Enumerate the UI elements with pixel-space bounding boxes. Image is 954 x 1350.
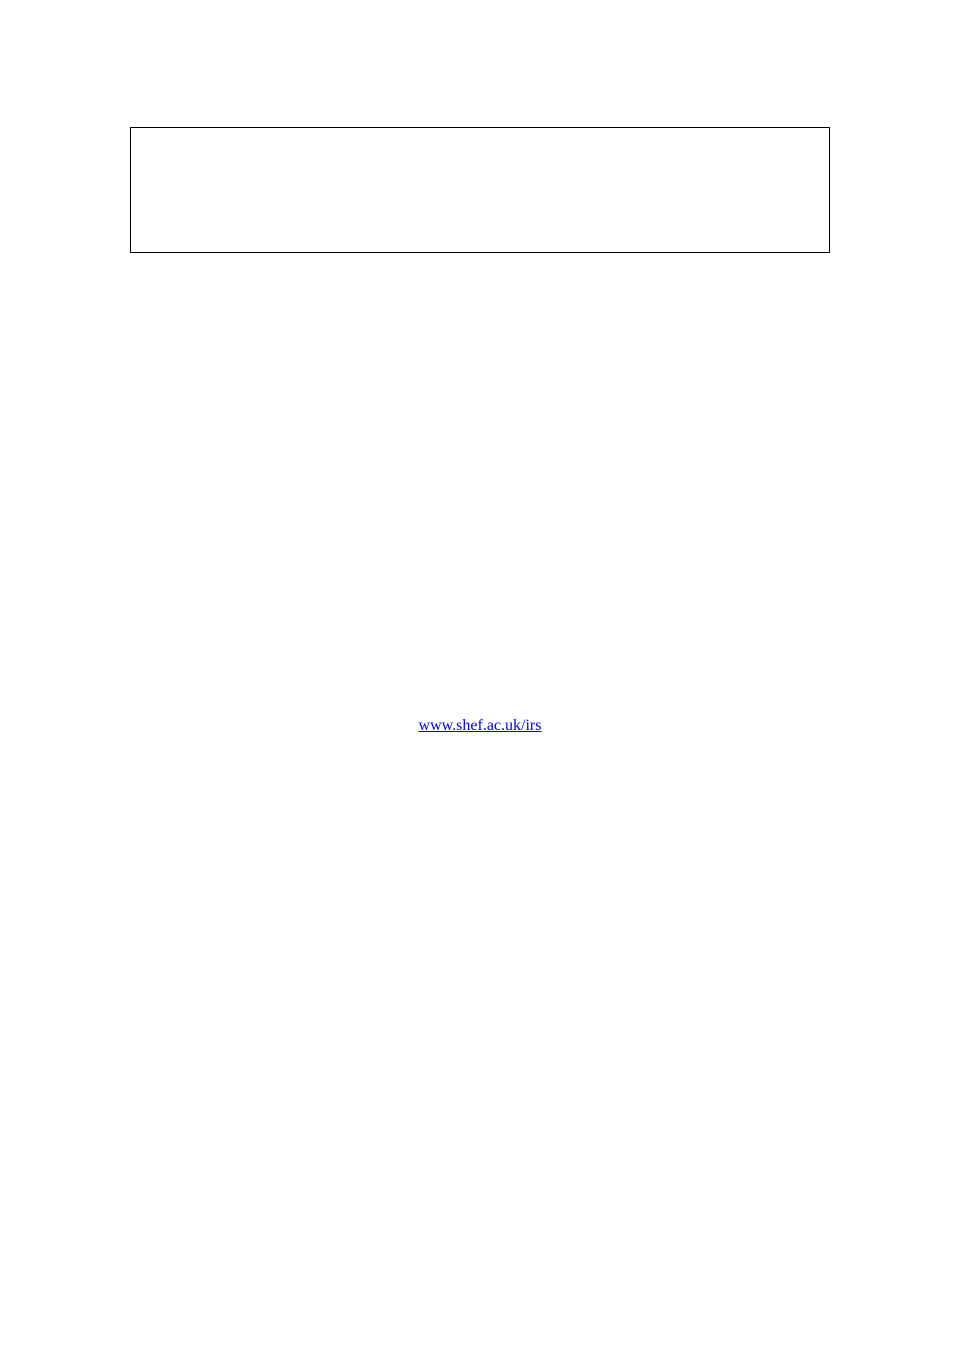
page-container: www.shef.ac.uk/irs	[130, 127, 830, 739]
irs-link[interactable]: www.shef.ac.uk/irs	[419, 717, 542, 734]
title-box-frame	[130, 127, 830, 253]
link-line: www.shef.ac.uk/irs	[130, 713, 830, 739]
spacer	[130, 253, 830, 713]
